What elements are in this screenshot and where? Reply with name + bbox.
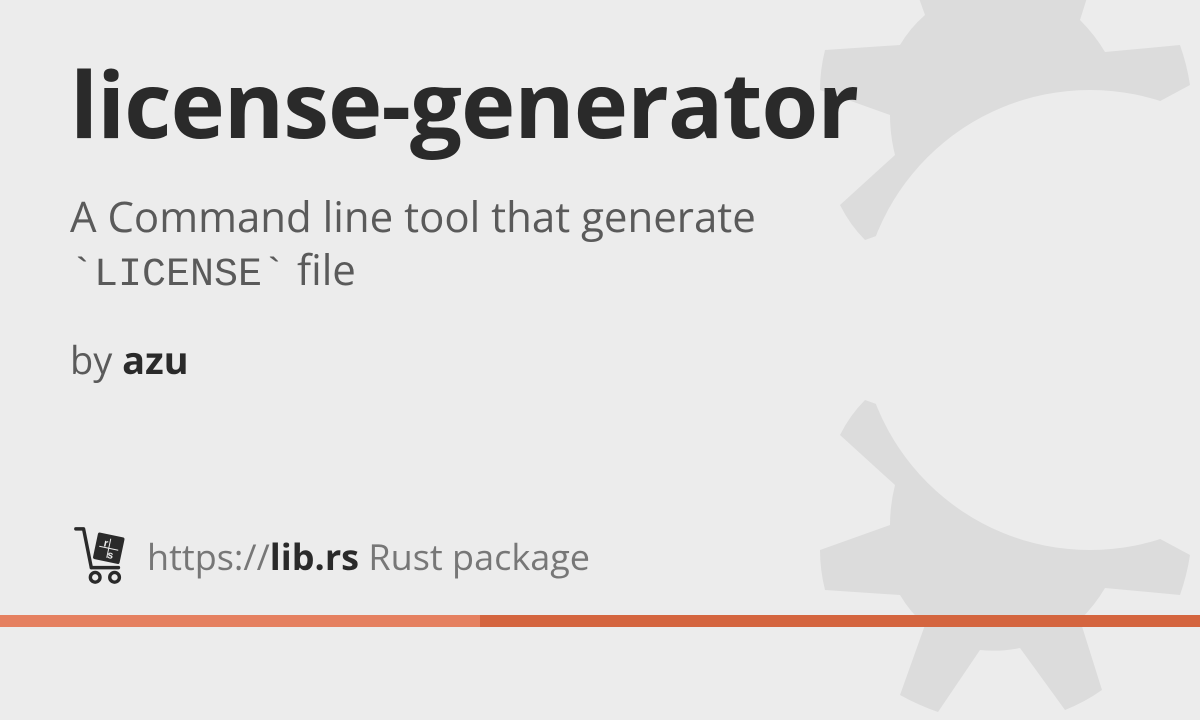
author-name: azu <box>122 334 188 386</box>
footer: r s https://lib.rs Rust package <box>70 525 590 587</box>
url-domain: lib.rs <box>270 532 359 581</box>
footer-url: https://lib.rs Rust package <box>147 532 590 581</box>
description-code: `LICENSE` <box>70 253 286 298</box>
url-prefix: https:// <box>147 532 270 581</box>
by-label: by <box>70 334 122 386</box>
package-description: A Command line tool that generate `LICEN… <box>70 190 790 302</box>
main-content: license-generator A Command line tool th… <box>0 0 1200 386</box>
byline: by azu <box>70 334 1130 386</box>
description-text-suffix: file <box>286 241 356 298</box>
accent-bar <box>0 615 1200 627</box>
description-text-prefix: A Command line tool that generate <box>70 188 756 245</box>
package-title: license-generator <box>70 55 1130 152</box>
librs-cart-icon: r s <box>70 525 132 587</box>
accent-bar-left <box>0 615 480 627</box>
accent-bar-right <box>480 615 1200 627</box>
url-suffix: Rust package <box>359 532 590 581</box>
